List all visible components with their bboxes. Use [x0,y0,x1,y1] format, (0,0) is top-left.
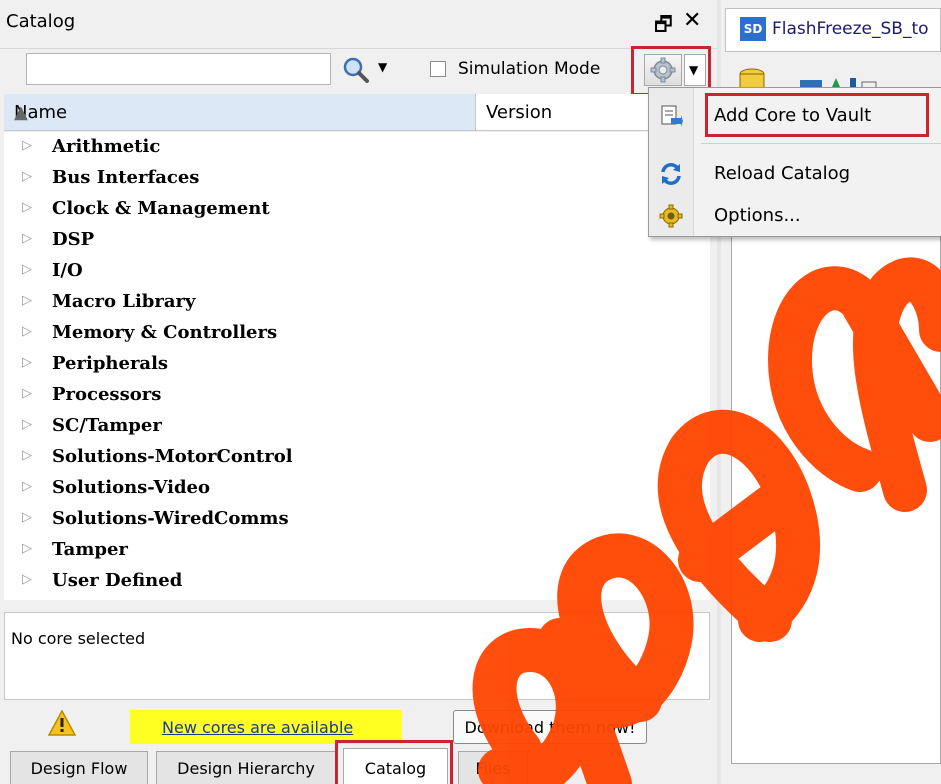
tree-item[interactable]: ▷ Solutions-WiredComms [4,504,710,534]
tree-item[interactable]: ▷ User Defined [4,566,710,596]
column-header-name[interactable]: Name ▲ [4,94,476,130]
expand-arrow-icon[interactable]: ▷ [22,417,32,432]
expand-arrow-icon[interactable]: ▷ [22,169,32,184]
tree-item[interactable]: ▷ Peripherals [4,349,710,379]
tree-item[interactable]: ▷ Memory & Controllers [4,318,710,348]
reload-icon [661,163,681,185]
simulation-mode-label: Simulation Mode [458,59,601,79]
tree-item[interactable]: ▷ SC/Tamper [4,411,710,441]
close-icon[interactable]: ✕ [683,8,701,33]
catalog-panel: Catalog 🗗 ✕ ▼ Simulation Mode ▼ Name ▲ V… [0,0,717,784]
expand-arrow-icon[interactable]: ▷ [22,386,32,401]
tree-item[interactable]: ▷ Arithmetic [4,132,710,162]
warning-icon [48,710,76,736]
expand-arrow-icon[interactable]: ▷ [22,138,32,153]
info-text: No core selected [11,629,146,648]
tab-files[interactable]: Files [458,751,528,784]
tree-item-label: Clock & Management [52,198,270,219]
tree-item[interactable]: ▷ Bus Interfaces [4,163,710,193]
tree-item-label: Solutions-Video [52,477,211,498]
sort-ascending-icon: ▲ [14,102,28,123]
panel-title: Catalog [6,11,76,32]
smartdesign-tab-label: FlashFreeze_SB_to [772,19,929,39]
tree-item-label: Memory & Controllers [52,322,278,343]
menu-item-label: Options... [714,205,801,226]
simulation-mode-checkbox[interactable] [430,61,446,77]
tree-item-label: Tamper [52,539,128,560]
expand-arrow-icon[interactable]: ▷ [22,541,32,556]
tree-item[interactable]: ▷ Clock & Management [4,194,710,224]
tree-item-label: Solutions-WiredComms [52,508,289,529]
tree-item-label: User Defined [52,570,183,591]
tree-item[interactable]: ▷ Macro Library [4,287,710,317]
tree-item[interactable]: ▷ DSP [4,225,710,255]
tree-item-label: Arithmetic [52,136,161,157]
catalog-tree: ▷ Arithmetic ▷ Bus Interfaces ▷ Clock & Man… [4,132,710,600]
column-header-version-label: Version [486,102,553,123]
menu-item-label: Reload Catalog [714,163,851,184]
tree-item[interactable]: ▷ Processors [4,380,710,410]
tree-item-label: Solutions-MotorControl [52,446,293,467]
search-icon[interactable] [342,56,370,84]
gear-icon [659,204,683,228]
tree-item-label: Bus Interfaces [52,167,200,188]
tree-item[interactable]: ▷ I/O [4,256,710,286]
tree-item-label: Processors [52,384,162,405]
tree-item-label: SC/Tamper [52,415,162,436]
add-to-vault-icon [661,105,683,127]
search-input[interactable] [26,53,331,85]
menu-separator [701,143,941,144]
tab-design-flow[interactable]: Design Flow [10,751,148,784]
core-info-box: No core selected [4,612,710,700]
expand-arrow-icon[interactable]: ▷ [22,448,32,463]
search-options-chevron-down-icon[interactable]: ▼ [378,60,387,74]
tree-item[interactable]: ▷ Solutions-MotorControl [4,442,710,472]
tree-item-label: Macro Library [52,291,196,312]
expand-arrow-icon[interactable]: ▷ [22,479,32,494]
expand-arrow-icon[interactable]: ▷ [22,200,32,215]
restore-window-icon[interactable]: 🗗 [654,10,673,44]
expand-arrow-icon[interactable]: ▷ [22,231,32,246]
smartdesign-icon: SD [740,17,766,41]
expand-arrow-icon[interactable]: ▷ [22,355,32,370]
expand-arrow-icon[interactable]: ▷ [22,324,32,339]
expand-arrow-icon[interactable]: ▷ [22,262,32,277]
catalog-tab-highlight-box [335,740,453,784]
table-header: Name ▲ Version [4,94,710,131]
tree-item-label: DSP [52,229,95,250]
tree-item-label: I/O [52,260,83,281]
menu-item-reload-catalog[interactable]: Reload Catalog [649,156,941,192]
expand-arrow-icon[interactable]: ▷ [22,572,32,587]
column-header-version[interactable]: Version [476,94,646,130]
tree-item[interactable]: ▷ Solutions-Video [4,473,710,503]
expand-arrow-icon[interactable]: ▷ [22,293,32,308]
menu-item-options[interactable]: Options... [649,198,941,234]
download-button[interactable]: Download them now! [453,710,647,744]
tab-design-hierarchy[interactable]: Design Hierarchy [156,751,336,784]
add-core-highlight-box [705,93,929,137]
smartdesign-tab[interactable]: SD FlashFreeze_SB_to [725,8,941,52]
tree-item-label: Peripherals [52,353,169,374]
tree-item[interactable]: ▷ Tamper [4,535,710,565]
expand-arrow-icon[interactable]: ▷ [22,510,32,525]
catalog-title-bar: Catalog 🗗 ✕ [0,0,717,49]
new-cores-link[interactable]: New cores are available [162,718,353,737]
